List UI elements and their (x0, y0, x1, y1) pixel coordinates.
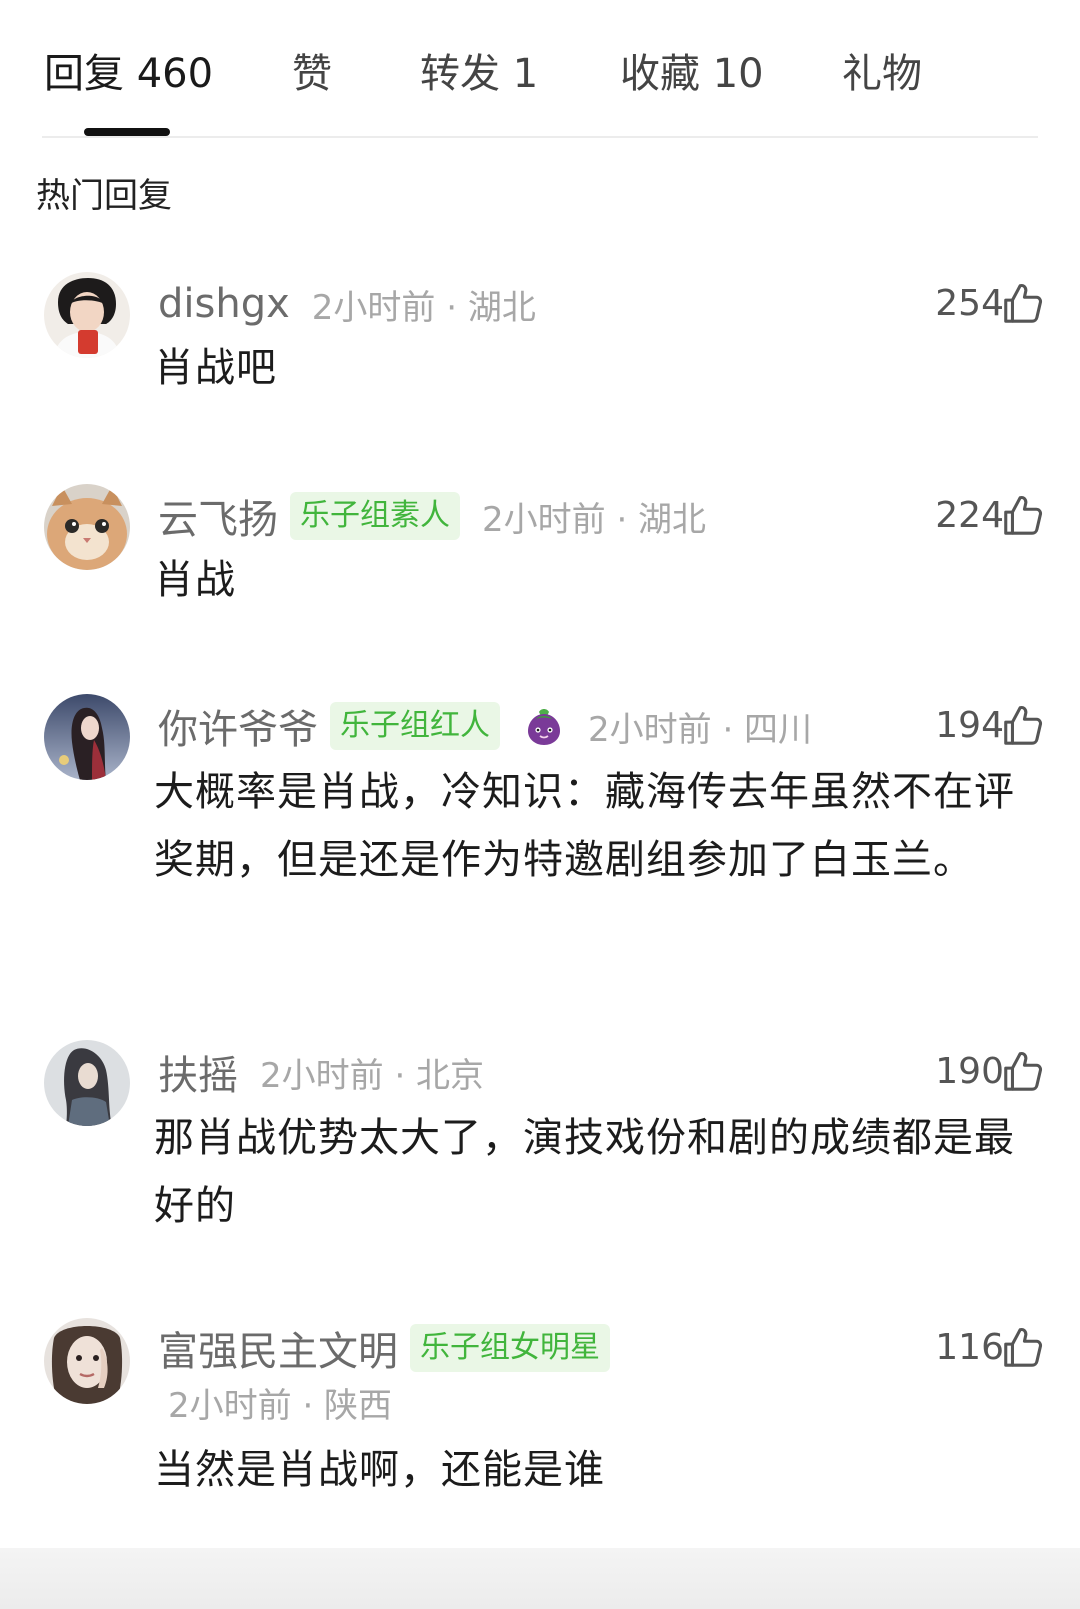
comment-header: dishgx 2小时前 · 湖北 (158, 278, 536, 330)
comment-text: 当然是肖战啊，还能是谁 (154, 1447, 605, 1493)
comment-header: 云飞扬 乐子组素人 2小时前 · 湖北 (158, 487, 707, 545)
username[interactable]: dishgx (158, 281, 290, 327)
thumbs-up-icon[interactable] (1000, 1324, 1046, 1370)
user-badge: 乐子组红人 (330, 702, 500, 750)
timestamp-location: 2小时前 · 四川 (588, 709, 813, 750)
username[interactable]: 富强民主文明 (158, 1319, 398, 1377)
timestamp-location: 2小时前 · 湖北 (482, 499, 707, 540)
comment-text: 肖战 (154, 557, 236, 603)
comment-text: 大概率是肖战，冷知识：藏海传去年虽然不在评奖期，但是还是作为特邀剧组参加了白玉兰… (154, 769, 1015, 883)
thumbs-up-icon[interactable] (1000, 280, 1046, 326)
like-count: 190 (935, 1051, 1004, 1092)
like-count: 194 (935, 705, 1004, 746)
section-title: 热门回复 (36, 176, 172, 216)
comment-tabs: 回复 460 赞 转发 1 收藏 10 礼物 (0, 0, 1080, 140)
eggplant-icon (528, 709, 560, 745)
timestamp-location: 2小时前 · 北京 (260, 1055, 485, 1096)
active-tab-indicator (84, 128, 170, 136)
thumbs-up-icon[interactable] (1000, 1048, 1046, 1094)
tab-favorites[interactable]: 收藏 10 (620, 48, 764, 100)
avatar[interactable] (44, 1040, 130, 1126)
comment-text: 那肖战优势太大了，演技戏份和剧的成绩都是最好的 (154, 1115, 1015, 1229)
comment-header: 扶摇 2小时前 · 北京 (158, 1043, 485, 1101)
tab-likes[interactable]: 赞 (292, 48, 332, 100)
username[interactable]: 云飞扬 (158, 487, 278, 545)
avatar[interactable] (44, 1318, 130, 1404)
avatar[interactable] (44, 694, 130, 780)
tab-reposts[interactable]: 转发 1 (420, 48, 538, 100)
comment-header: 你许爷爷 乐子组红人 2小时前 · 四川 (158, 697, 813, 755)
avatar[interactable] (44, 484, 130, 570)
tab-gifts[interactable]: 礼物 (842, 48, 922, 100)
username[interactable]: 扶摇 (158, 1043, 238, 1101)
user-badge: 乐子组素人 (290, 492, 460, 540)
avatar[interactable] (44, 272, 130, 358)
like-count: 254 (935, 283, 1004, 324)
thumbs-up-icon[interactable] (1000, 492, 1046, 538)
username[interactable]: 你许爷爷 (158, 697, 318, 755)
timestamp-location: 2小时前 · 湖北 (311, 287, 536, 328)
thumbs-up-icon[interactable] (1000, 702, 1046, 748)
comment-header: 富强民主文明 乐子组女明星 (158, 1319, 610, 1377)
comment-text: 肖战吧 (154, 345, 277, 391)
timestamp-location: 2小时前 · 陕西 (168, 1386, 393, 1426)
tab-replies[interactable]: 回复 460 (44, 48, 213, 100)
bottom-bar (0, 1548, 1080, 1609)
user-badge: 乐子组女明星 (410, 1324, 610, 1372)
like-count: 224 (935, 495, 1004, 536)
tabs-divider (42, 136, 1038, 138)
like-count: 116 (935, 1327, 1004, 1368)
